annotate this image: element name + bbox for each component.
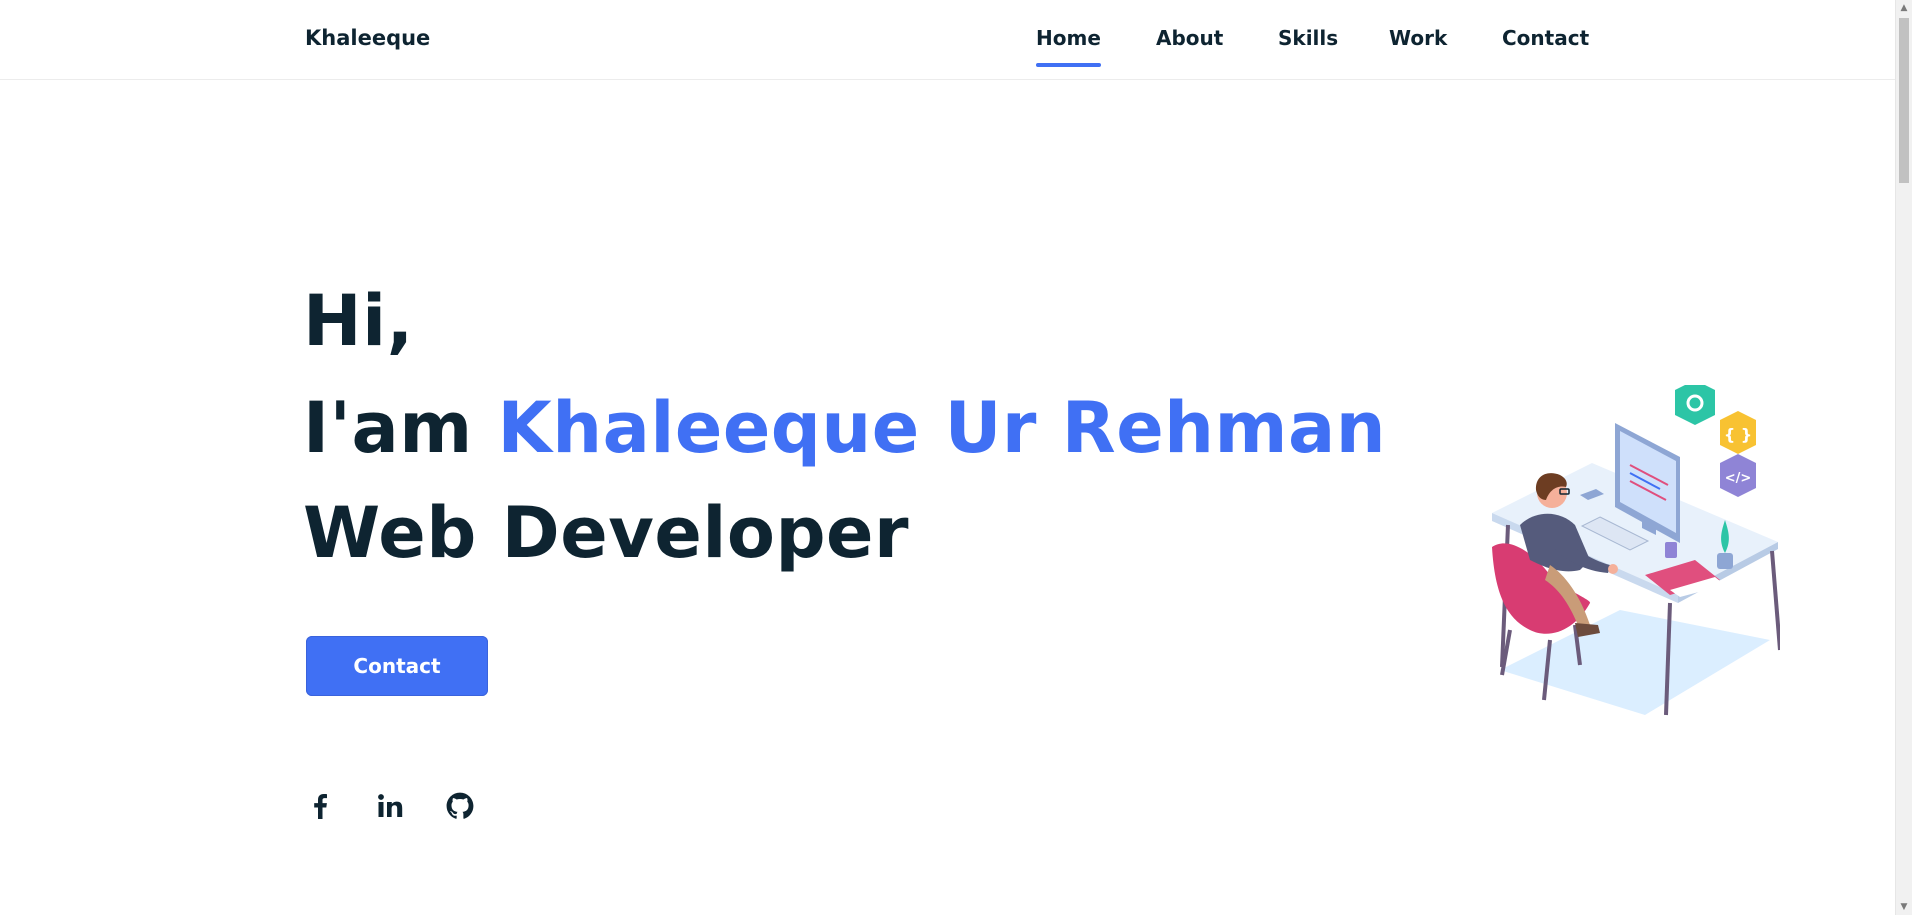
facebook-icon[interactable] [304, 790, 336, 822]
svg-text:</>: </> [1725, 471, 1752, 486]
page: Khaleeque Home About Skills Work Contact… [0, 0, 1912, 915]
scroll-up-arrow-icon[interactable]: ▲ [1896, 0, 1912, 16]
nav-home[interactable]: Home [1036, 26, 1101, 67]
developer-illustration: { } </> [1492, 385, 1780, 716]
nav-about[interactable]: About [1156, 26, 1223, 50]
hero-name: Khaleeque Ur Rehman [497, 387, 1387, 469]
svg-text:{ }: { } [1724, 425, 1752, 444]
gear-cube [1675, 385, 1715, 425]
github-icon[interactable] [444, 790, 476, 822]
scroll-thumb[interactable] [1899, 18, 1909, 183]
hero-intro: I'am Khaleeque Ur Rehman [303, 393, 1386, 463]
hero-greeting: Hi, [303, 280, 414, 362]
scroll-down-arrow-icon[interactable]: ▼ [1896, 899, 1912, 915]
hero-intro-prefix: I'am [303, 387, 473, 469]
hero-role: Web Developer [303, 492, 910, 574]
site-header: Khaleeque Home About Skills Work Contact [0, 0, 1896, 80]
nav-contact[interactable]: Contact [1502, 26, 1589, 50]
nav-work[interactable]: Work [1389, 26, 1447, 50]
nav-skills[interactable]: Skills [1278, 26, 1338, 50]
main-nav: Home About Skills Work Contact [0, 0, 1896, 79]
contact-button[interactable]: Contact [306, 636, 488, 696]
linkedin-icon[interactable] [374, 790, 406, 822]
vertical-scrollbar[interactable]: ▲ ▼ [1895, 0, 1912, 915]
